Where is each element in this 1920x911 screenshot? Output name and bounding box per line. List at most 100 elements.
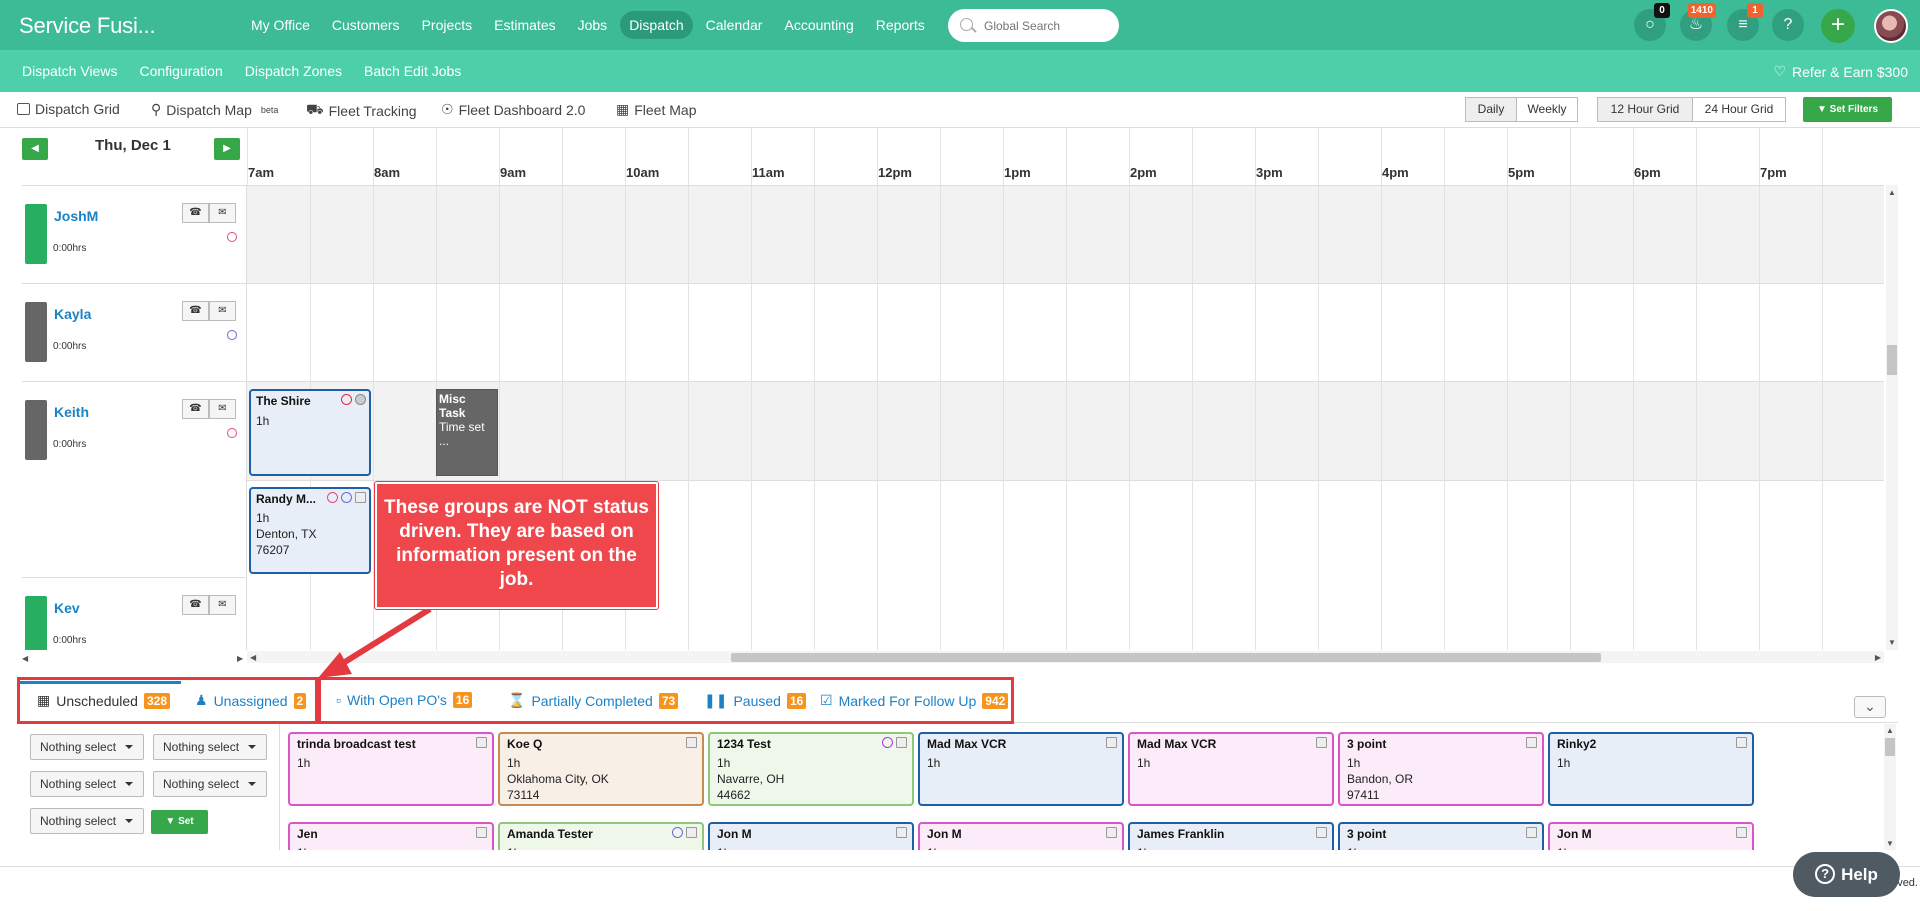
help-button[interactable]: ? Help [1793, 852, 1900, 897]
truck-icon: ⛟ [306, 101, 324, 117]
subnav-configuration[interactable]: Configuration [139, 63, 222, 79]
job-card[interactable]: 1234 Test 1h Navarre, OH 44662 [708, 732, 914, 806]
job-card[interactable]: Rinky2 1h [1548, 732, 1754, 806]
grid-vertical-scrollbar[interactable]: ▲ ▼ [1886, 185, 1898, 650]
12-hour-grid-button[interactable]: 12 Hour Grid [1597, 97, 1693, 122]
status-dot-icon [882, 737, 893, 748]
filter-dropdown[interactable]: Nothing select [30, 771, 144, 797]
tech-name[interactable]: Keith [54, 404, 89, 420]
grid-icon [17, 103, 30, 115]
job-card[interactable]: Jon M 1h [918, 822, 1124, 850]
user-avatar[interactable] [1874, 9, 1908, 43]
filter-dropdown[interactable]: Nothing select [153, 771, 267, 797]
job-card[interactable]: Jen 1h [288, 822, 494, 850]
job-duration: 1h [297, 756, 311, 770]
nav-reports[interactable]: Reports [867, 11, 934, 39]
24-hour-grid-button[interactable]: 24 Hour Grid [1692, 97, 1786, 122]
chat-badge: 0 [1654, 3, 1670, 18]
tab-fleet-tracking[interactable]: ⛟ Fleet Tracking [306, 101, 417, 120]
previous-day-button[interactable]: ◀ [22, 138, 48, 160]
job-card[interactable]: trinda broadcast test 1h [288, 732, 494, 806]
job-card[interactable]: Jon M 1h [1548, 822, 1754, 850]
annotation-highlight-box [17, 677, 318, 724]
scrollbar-thumb[interactable] [1887, 345, 1897, 375]
subnav-dispatch-zones[interactable]: Dispatch Zones [245, 63, 342, 79]
message-icon[interactable]: ✉ [209, 595, 236, 615]
job-card[interactable]: The Shire 1h [249, 389, 371, 476]
job-card[interactable]: Mad Max VCR 1h [918, 732, 1124, 806]
misc-task-card[interactable]: Misc Task Time set ... [436, 389, 498, 476]
tab-dispatch-grid[interactable]: Dispatch Grid [17, 101, 120, 117]
nav-my-office[interactable]: My Office [242, 11, 319, 39]
help-menu-button[interactable]: ? [1772, 9, 1804, 41]
job-card[interactable]: Koe Q 1h Oklahoma City, OK 73114 [498, 732, 704, 806]
daily-button[interactable]: Daily [1465, 97, 1517, 122]
subnav-dispatch-views[interactable]: Dispatch Views [22, 63, 117, 79]
job-title: Rinky2 [1557, 737, 1597, 751]
quick-add-button[interactable]: + [1821, 9, 1855, 43]
tech-actions: ☎ ✉ [182, 399, 236, 419]
set-filter-button[interactable]: ▼ Set [151, 810, 208, 834]
bell-icon: ♨ [1688, 16, 1704, 33]
job-card-icons [1106, 737, 1117, 748]
job-card[interactable]: 3 point 1h [1338, 822, 1544, 850]
nav-accounting[interactable]: Accounting [775, 11, 862, 39]
scroll-left-icon[interactable]: ◀ [22, 654, 28, 663]
cards-scrollbar[interactable]: ▲ ▼ [1884, 724, 1896, 850]
grid-horizontal-scrollbar[interactable]: ◀ ▶ [247, 651, 1884, 663]
nav-dispatch[interactable]: Dispatch [620, 11, 693, 39]
funnel-icon: ▼ [1816, 104, 1827, 115]
tech-name[interactable]: Kayla [54, 306, 91, 322]
job-card[interactable]: Jon M 1h [708, 822, 914, 850]
job-card[interactable]: Randy M... 1h Denton, TX 76207 [249, 487, 371, 574]
filter-dropdown[interactable]: Nothing select [30, 734, 144, 760]
half-hour-column [940, 128, 941, 185]
filter-dropdown[interactable]: Nothing select [30, 808, 144, 834]
job-card[interactable]: 3 point 1h Bandon, OR 97411 [1338, 732, 1544, 806]
nav-estimates[interactable]: Estimates [485, 11, 564, 39]
scroll-right-icon[interactable]: ▶ [237, 654, 243, 663]
nav-customers[interactable]: Customers [323, 11, 409, 39]
collapse-panel-button[interactable]: ⌄ [1854, 696, 1886, 718]
phone-icon[interactable]: ☎ [182, 203, 209, 223]
grid-header: ◀ Thu, Dec 1 ▶ 7am 8am 9am 10am 11am 12p… [0, 128, 1920, 185]
job-card[interactable]: Mad Max VCR 1h [1128, 732, 1334, 806]
job-duration: 1h [1137, 845, 1325, 850]
weekly-button[interactable]: Weekly [1516, 97, 1578, 122]
chat-icon: ○ [1645, 16, 1655, 33]
message-icon[interactable]: ✉ [209, 203, 236, 223]
filter-dropdown[interactable]: Nothing select [153, 734, 267, 760]
phone-icon[interactable]: ☎ [182, 399, 209, 419]
tab-dispatch-map[interactable]: ⚲ Dispatch Map beta [151, 101, 278, 118]
job-card[interactable]: Amanda Tester 1h [498, 822, 704, 850]
global-search-input[interactable] [984, 17, 1109, 35]
tab-fleet-map[interactable]: ▦ Fleet Map [616, 101, 696, 118]
notifications-button[interactable]: ♨ 1410 [1680, 3, 1716, 41]
grid-line [1570, 186, 1571, 650]
tasks-button[interactable]: ≡ 1 [1727, 3, 1763, 41]
hour-label: 7am [248, 165, 275, 180]
nav-calendar[interactable]: Calendar [697, 11, 772, 39]
phone-icon[interactable]: ☎ [182, 595, 209, 615]
refer-earn-link[interactable]: ♡ Refer & Earn $300 [1773, 63, 1908, 80]
job-title: 3 point [1347, 737, 1387, 751]
tech-name[interactable]: JoshM [54, 208, 98, 224]
scroll-up-icon: ▲ [1886, 726, 1894, 735]
set-filters-button[interactable]: ▼ Set Filters [1803, 97, 1892, 122]
scrollbar-thumb[interactable] [1885, 738, 1895, 756]
message-icon[interactable]: ✉ [209, 301, 236, 321]
tech-name[interactable]: Kev [54, 600, 80, 616]
nav-projects[interactable]: Projects [413, 11, 482, 39]
brand-logo[interactable]: Service Fusi... [19, 13, 156, 39]
chat-button[interactable]: ○ 0 [1634, 3, 1670, 41]
phone-icon[interactable]: ☎ [182, 301, 209, 321]
job-card-icons [476, 737, 487, 748]
subnav-batch-edit-jobs[interactable]: Batch Edit Jobs [364, 63, 461, 79]
job-card[interactable]: James Franklin 1h [1128, 822, 1334, 850]
next-day-button[interactable]: ▶ [214, 138, 240, 160]
tab-fleet-dashboard[interactable]: ☉ Fleet Dashboard 2.0 [441, 101, 585, 118]
job-duration: 1h [507, 756, 521, 770]
scrollbar-thumb[interactable] [731, 653, 1601, 662]
nav-jobs[interactable]: Jobs [569, 11, 617, 39]
message-icon[interactable]: ✉ [209, 399, 236, 419]
